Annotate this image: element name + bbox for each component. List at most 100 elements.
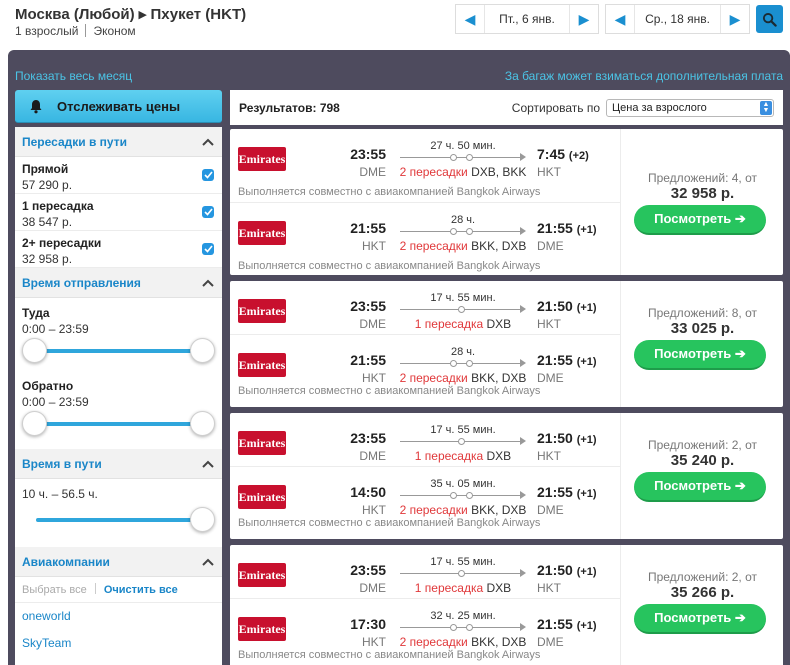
outbound-leg[interactable]: Emirates 23:55 DME 17 ч. 55 мин. 1 пересадка…	[230, 281, 620, 334]
outbound-leg[interactable]: Emirates 23:55 DME 27 ч. 50 мин. 2 пересадки…	[230, 129, 620, 202]
stopovers: 2 пересадки BKK, DXB	[390, 371, 536, 385]
divider	[85, 24, 87, 37]
flight-result-card: Emirates 23:55 DME 27 ч. 50 мин. 2 пересадки…	[230, 129, 783, 275]
return-leg[interactable]: Emirates 21:55 HKT 28 ч. 2 пересадки BKK, DX…	[230, 334, 620, 400]
stops-one-checkbox[interactable]	[202, 206, 214, 218]
route-title[interactable]: Москва (Любой) ▸ Пхукет (HKT)	[15, 5, 246, 23]
stopover-airports: BKK, DXB	[471, 503, 527, 517]
stopover-dot	[466, 624, 473, 631]
departure-airport: HKT	[362, 503, 386, 517]
arrow-right-icon	[520, 305, 526, 313]
emirates-logo: Emirates	[238, 299, 286, 323]
flight-duration: 17 ч. 55 мин.	[430, 424, 496, 436]
duration-slider[interactable]	[22, 507, 215, 532]
stops-filter-header[interactable]: Пересадки в пути	[15, 127, 222, 157]
arrival-airport: DME	[537, 239, 564, 253]
stops-option-one[interactable]: 1 пересадка 38 547 р.	[15, 194, 222, 231]
departure-time: 23:55	[350, 562, 386, 578]
outbound-leg[interactable]: Emirates 23:55 DME 17 ч. 55 мин. 1 пересадка…	[230, 545, 620, 598]
stops-option-direct[interactable]: Прямой 57 290 р.	[15, 157, 222, 194]
sort-select[interactable]: Цена за взрослого ▲ ▼	[606, 98, 774, 117]
depart-time-block: Туда 0:00 – 23:59 Обратно 0:00 – 23:59	[15, 306, 222, 436]
arrow-right-icon	[520, 437, 526, 445]
next-return-date-button[interactable]: ▶	[721, 5, 749, 33]
day-offset: (+1)	[576, 356, 597, 368]
select-all-link[interactable]: Выбрать все	[22, 584, 87, 596]
outbound-leg[interactable]: Emirates 23:55 DME 17 ч. 55 мин. 1 пересадка…	[230, 413, 620, 466]
view-offer-button[interactable]: Посмотреть ➔	[634, 340, 766, 370]
day-offset: (+1)	[576, 620, 597, 632]
outbound-time-slider[interactable]	[22, 338, 215, 363]
stopover-count: 1 пересадка	[414, 581, 484, 595]
price-pane: Предложений: 4, от 32 958 р. Посмотреть ➔	[620, 129, 783, 275]
view-offer-button[interactable]: Посмотреть ➔	[634, 472, 766, 502]
airlines-filter-header[interactable]: Авиакомпании	[15, 547, 222, 577]
slider-handle-max[interactable]	[190, 338, 215, 363]
duration-filter-title: Время в пути	[22, 456, 102, 471]
track-prices-button[interactable]: Отслеживать цены	[15, 90, 222, 123]
stopovers: 2 пересадки BKK, DXB	[390, 239, 536, 253]
chevron-right-icon: ▶	[578, 10, 590, 27]
stops-option-price: 57 290 р.	[22, 178, 73, 192]
departure-time: 23:55	[350, 146, 386, 162]
return-date-picker: ◀ Ср., 18 янв. ▶	[605, 4, 750, 34]
return-time-slider[interactable]	[22, 411, 215, 436]
arrival-time-block: 21:50 (+1)	[537, 562, 597, 578]
cabin-label[interactable]: Эконом	[93, 24, 135, 38]
alliance-oneworld[interactable]: oneworld	[15, 603, 222, 630]
slider-handle-max[interactable]	[190, 411, 215, 436]
clear-all-link[interactable]: Очистить все	[104, 584, 178, 596]
sort-select-value: Цена за взрослого	[612, 101, 707, 114]
outbound-range: 0:00 – 23:59	[22, 322, 89, 336]
search-button[interactable]	[756, 5, 783, 33]
chevron-up-icon	[202, 138, 214, 146]
slider-handle-min[interactable]	[22, 411, 47, 436]
alliance-skyteam[interactable]: SkyTeam	[15, 630, 222, 657]
stops-option-two-plus[interactable]: 2+ пересадки 32 958 р.	[15, 231, 222, 268]
departure-time: 21:55	[350, 352, 386, 368]
show-month-link[interactable]: Показать весь месяц	[15, 69, 132, 83]
checkmark-icon	[203, 208, 213, 216]
arrow-right-icon	[520, 227, 526, 235]
view-offer-button[interactable]: Посмотреть ➔	[634, 205, 766, 235]
slider-handle-min[interactable]	[22, 338, 47, 363]
codeshare-note: Выполняется совместно с авиакомпанией Ba…	[238, 186, 541, 198]
stops-option-label: Прямой	[22, 162, 69, 176]
duration-filter-header[interactable]: Время в пути	[15, 449, 222, 479]
price: 35 266 р.	[670, 584, 735, 601]
stopover-dot	[466, 360, 473, 367]
departure-time: 21:55	[350, 220, 386, 236]
view-offer-button[interactable]: Посмотреть ➔	[634, 604, 766, 634]
next-depart-date-button[interactable]: ▶	[570, 5, 598, 33]
stops-direct-checkbox[interactable]	[202, 169, 214, 181]
stopover-count: 2 пересадки	[399, 239, 468, 253]
depart-date[interactable]: Пт., 6 янв.	[484, 5, 570, 33]
departure-time: 23:55	[350, 430, 386, 446]
flight-result-card: Emirates 23:55 DME 17 ч. 55 мин. 1 пересадка…	[230, 413, 783, 539]
stops-two-plus-checkbox[interactable]	[202, 243, 214, 255]
chevron-up-icon	[202, 279, 214, 287]
duration-block: 10 ч. – 56.5 ч.	[15, 487, 222, 532]
stopover-airports: BKK, DXB	[471, 635, 527, 649]
stopover-dot	[450, 154, 457, 161]
return-leg[interactable]: Emirates 21:55 HKT 28 ч. 2 пересадки BKK, DX…	[230, 202, 620, 275]
stopovers: 1 пересадка DXB	[390, 449, 536, 463]
chevron-left-icon: ◀	[464, 10, 476, 27]
return-date[interactable]: Ср., 18 янв.	[634, 5, 721, 33]
passengers-label[interactable]: 1 взрослый	[15, 24, 78, 38]
stopover-airports: DXB	[486, 581, 512, 595]
stopovers: 1 пересадка DXB	[390, 581, 536, 595]
depart-time-filter-header[interactable]: Время отправления	[15, 268, 222, 298]
route-line	[400, 231, 520, 232]
route-line	[400, 627, 520, 628]
slider-handle-max[interactable]	[190, 507, 215, 532]
return-leg[interactable]: Emirates 17:30 HKT 32 ч. 25 мин. 2 пересадки…	[230, 598, 620, 664]
departure-airport: HKT	[362, 239, 386, 253]
alliance-star-alliance[interactable]: Star Alliance	[15, 657, 222, 665]
baggage-fee-link[interactable]: За багаж может взиматься дополнительная …	[505, 69, 783, 83]
return-leg[interactable]: Emirates 14:50 HKT 35 ч. 05 мин. 2 пересадки…	[230, 466, 620, 532]
prev-depart-date-button[interactable]: ◀	[456, 5, 484, 33]
prev-return-date-button[interactable]: ◀	[606, 5, 634, 33]
arrival-time-block: 21:55 (+1)	[537, 220, 597, 236]
departure-time: 17:30	[350, 616, 386, 632]
